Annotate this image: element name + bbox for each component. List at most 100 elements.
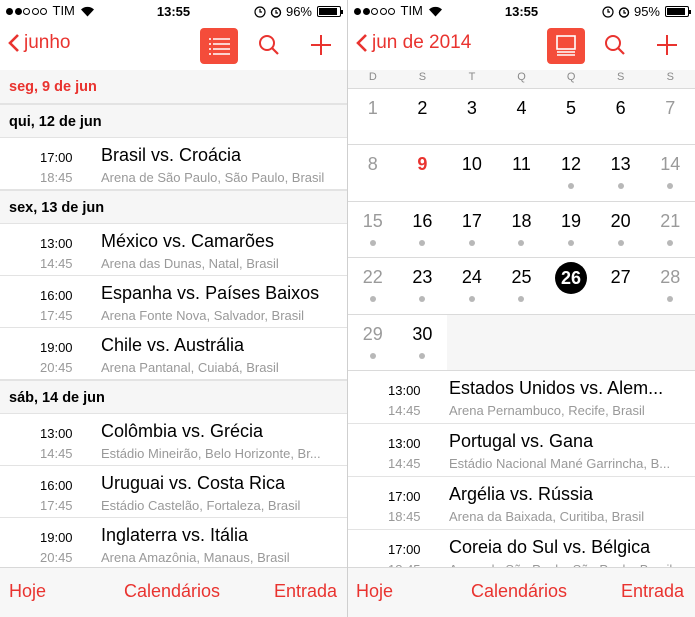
day-cell[interactable]: 14 [645, 145, 695, 202]
tab-bar: Hoje Calendários Entrada [348, 567, 695, 617]
back-button[interactable]: jun de 2014 [356, 32, 471, 54]
event-location: Arena Fonte Nova, Salvador, Brasil [101, 308, 305, 323]
day-number: 13 [610, 154, 631, 175]
day-number: 27 [610, 267, 631, 288]
event-title: Chile vs. Austrália [101, 335, 245, 355]
day-number: 1 [367, 98, 378, 118]
day-cell[interactable]: 25 [496, 258, 547, 315]
day-cell[interactable]: 12 [546, 145, 596, 202]
weekday-label: T [468, 71, 476, 83]
event-row[interactable]: 19:00 20:45 Inglaterra vs. Itália Arena Ama… [0, 518, 347, 567]
day-cell[interactable]: 18 [496, 201, 547, 259]
event-start-time: 19:00 [40, 530, 73, 545]
day-cell[interactable]: 2 [397, 89, 448, 146]
day-cell[interactable]: 20 [595, 201, 646, 259]
search-icon [259, 35, 279, 55]
plus-icon [657, 35, 677, 55]
event-title: Argélia vs. Rússia [449, 484, 594, 504]
day-cell[interactable]: 3 [447, 89, 497, 146]
event-row[interactable]: 13:00 14:45 Portugal vs. Gana Estádio Nacio… [348, 424, 695, 477]
event-start-time: 17:00 [40, 150, 73, 165]
day-header: sáb, 14 de jun [0, 380, 347, 414]
day-cell[interactable]: 17 [447, 201, 497, 259]
event-row[interactable]: 17:00 18:45 Argélia vs. Rússia Arena da Bai… [348, 477, 695, 530]
day-cell[interactable]: 26 [546, 258, 596, 315]
search-button[interactable] [596, 28, 634, 64]
day-cell[interactable]: 9 [397, 145, 448, 202]
day-cell[interactable]: 13 [595, 145, 646, 202]
inbox-button[interactable]: Entrada [274, 581, 337, 602]
back-button-label: jun de 2014 [372, 32, 472, 53]
day-cell[interactable]: 21 [645, 201, 695, 259]
event-dot-icon [369, 296, 376, 303]
day-cell[interactable]: 30 [397, 314, 448, 371]
weekday-label: S [418, 71, 427, 83]
day-number: 26 [555, 262, 588, 295]
day-cell[interactable]: 27 [595, 258, 646, 315]
day-number: 18 [511, 210, 532, 231]
day-number: 22 [362, 267, 383, 288]
event-title: Colômbia vs. Grécia [101, 421, 264, 441]
event-title: Portugal vs. Gana [449, 431, 594, 451]
tab-bar: Hoje Calendários Entrada [0, 567, 347, 617]
day-cell[interactable]: 8 [348, 145, 398, 202]
today-button[interactable]: Hoje [9, 581, 46, 602]
event-end-time: 18:45 [40, 170, 73, 185]
event-row[interactable]: 13:00 14:45 Estados Unidos vs. Alem... Aren… [348, 371, 695, 424]
day-cell[interactable]: 15 [348, 201, 398, 259]
day-cell[interactable]: 6 [595, 89, 646, 146]
event-end-time: 20:45 [40, 550, 73, 565]
day-number: 17 [461, 210, 482, 231]
event-title: Uruguai vs. Costa Rica [101, 473, 286, 493]
event-end-time: 14:45 [388, 456, 421, 471]
day-cell[interactable]: 1 [348, 89, 398, 146]
day-number: 2 [417, 98, 428, 118]
event-location: Estádio Castelão, Fortaleza, Brasil [101, 498, 301, 513]
day-cell[interactable]: 29 [348, 314, 398, 371]
calendars-button[interactable]: Calendários [471, 581, 567, 602]
event-row[interactable]: 16:00 17:45 Espanha vs. Países Baixos Arena… [0, 276, 347, 328]
day-number: 15 [362, 210, 383, 231]
search-button[interactable] [250, 28, 288, 64]
event-row[interactable]: 17:0018:45Coreia do Sul vs. BélgicaArena… [348, 530, 695, 567]
inbox-button[interactable]: Entrada [621, 581, 684, 602]
event-row[interactable]: 16:00 17:45 Uruguai vs. Costa Rica Estádio … [0, 466, 347, 518]
today-button[interactable]: Hoje [356, 581, 393, 602]
event-dot-icon [518, 239, 525, 246]
event-start-time: 13:00 [388, 383, 421, 398]
event-row[interactable]: 19:00 20:45 Chile vs. Austrália Arena Panta… [0, 328, 347, 380]
day-number: 21 [660, 210, 681, 231]
day-cell[interactable]: 22 [348, 258, 398, 315]
day-cell[interactable]: 28 [645, 258, 695, 315]
day-number: 6 [615, 98, 626, 118]
back-button[interactable]: junho [8, 32, 71, 54]
day-cell[interactable]: 7 [645, 89, 695, 146]
event-row[interactable]: 17:00 18:45 Brasil vs. Croácia Arena de São… [0, 138, 347, 190]
day-number: 7 [665, 98, 676, 118]
add-event-button[interactable] [648, 28, 686, 64]
event-row[interactable]: 13:00 14:45 Colômbia vs. Grécia Estádio Min… [0, 414, 347, 466]
day-cell[interactable]: 11 [496, 145, 547, 202]
event-title: México vs. Camarões [101, 231, 275, 251]
events-list[interactable]: seg, 9 de jun qui, 12 de jun 17:00 18:45 Bra… [0, 70, 347, 567]
event-location: Arena da Baixada, Curitiba, Brasil [449, 509, 645, 524]
day-cell[interactable]: 23 [397, 258, 448, 315]
day-events-list[interactable]: 13:00 14:45 Estados Unidos vs. Alem... Aren… [348, 370, 695, 567]
calendars-button[interactable]: Calendários [124, 581, 220, 602]
event-row[interactable]: 13:00 14:45 México vs. Camarões Arena das D… [0, 224, 347, 276]
day-cell[interactable]: 5 [546, 89, 596, 146]
day-cell[interactable]: 24 [447, 258, 497, 315]
add-event-button[interactable] [302, 28, 340, 64]
back-button-label: junho [24, 32, 71, 53]
day-cell[interactable]: 10 [447, 145, 497, 202]
status-bar: TIM 13:55 96% [0, 0, 347, 22]
weekday-label: S [617, 71, 625, 83]
location-lock-icon [254, 5, 266, 18]
left-screen: TIM 13:55 96% junho seg, 9 de jun qui, 1… [0, 0, 347, 617]
month-list-view-button[interactable] [547, 28, 585, 64]
day-cell[interactable]: 19 [546, 201, 596, 259]
day-cell[interactable]: 4 [496, 89, 547, 146]
day-cell[interactable]: 16 [397, 201, 448, 259]
event-dot-icon [369, 239, 376, 246]
list-view-button[interactable] [200, 28, 238, 64]
